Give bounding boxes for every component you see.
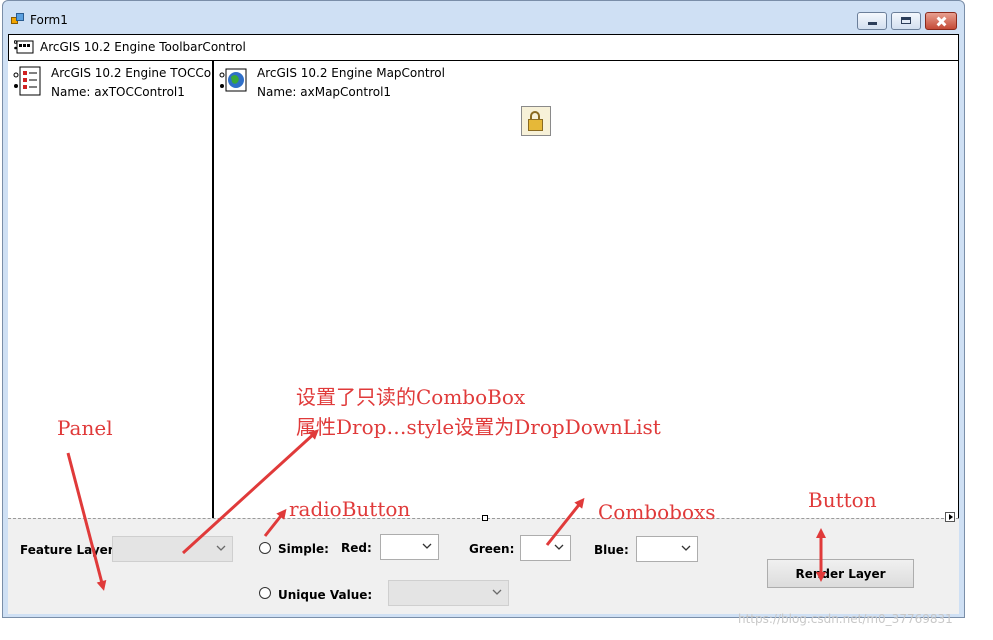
- simple-radio-label: Simple:: [278, 542, 329, 556]
- form-icon: [11, 13, 25, 25]
- toc-control-type: ArcGIS 10.2 Engine TOCControl: [51, 66, 212, 80]
- toc-control-icon: [13, 66, 41, 96]
- window-frame: Form1 ArcGIS 10.2 Engine ToolbarControl …: [2, 0, 965, 618]
- map-control-name: Name: axMapControl1: [257, 85, 392, 99]
- selection-handle: [482, 515, 488, 521]
- red-label: Red:: [341, 541, 372, 555]
- unique-value-radio-label: Unique Value:: [278, 588, 373, 602]
- toc-control-name: Name: axTOCControl1: [51, 85, 185, 99]
- toolbar-control[interactable]: ArcGIS 10.2 Engine ToolbarControl: [8, 34, 959, 61]
- form-client-area: ArcGIS 10.2 Engine ToolbarControl ArcGIS…: [8, 34, 959, 614]
- feature-layer-combobox[interactable]: [112, 536, 233, 562]
- blue-label: Blue:: [594, 543, 629, 557]
- map-control-icon: [219, 68, 247, 92]
- minimize-button[interactable]: [857, 12, 887, 30]
- button-annotation: Button: [808, 488, 877, 512]
- combobox-annotation-line1: 设置了只读的ComboBox: [296, 385, 526, 409]
- simple-radio[interactable]: [259, 542, 271, 554]
- blue-combobox[interactable]: [636, 536, 698, 562]
- toolbar-control-label: ArcGIS 10.2 Engine ToolbarControl: [40, 40, 246, 54]
- comboboxs-annotation: Comboboxs: [598, 500, 716, 524]
- feature-layer-label: Feature Layer: [20, 543, 114, 557]
- chevron-down-icon: [216, 545, 226, 551]
- chevron-down-icon: [422, 543, 432, 549]
- close-button[interactable]: [925, 12, 957, 30]
- radiobutton-annotation: radioButton: [289, 497, 411, 521]
- red-combobox[interactable]: [380, 534, 439, 560]
- lock-icon: [521, 106, 551, 136]
- green-label: Green:: [469, 542, 515, 556]
- chevron-down-icon: [492, 589, 502, 595]
- unique-value-combobox[interactable]: [388, 580, 509, 606]
- toc-control[interactable]: ArcGIS 10.2 Engine TOCControl Name: axTO…: [8, 61, 214, 518]
- render-panel: Feature Layer Simple: Red: Green: Blue: …: [8, 512, 959, 614]
- render-layer-button[interactable]: Render Layer: [767, 559, 914, 588]
- panel-annotation: Panel: [57, 416, 113, 440]
- unique-value-radio[interactable]: [259, 587, 271, 599]
- watermark: https://blog.csdn.net/m0_37769831: [738, 612, 953, 626]
- map-control-type: ArcGIS 10.2 Engine MapControl: [257, 66, 445, 80]
- map-control[interactable]: ArcGIS 10.2 Engine MapControl Name: axMa…: [214, 61, 959, 518]
- green-combobox[interactable]: [520, 535, 571, 561]
- maximize-button[interactable]: [891, 12, 921, 30]
- toolbar-control-icon: [14, 40, 34, 54]
- title-bar: Form1: [3, 1, 964, 33]
- window-title: Form1: [30, 13, 68, 27]
- chevron-down-icon: [554, 544, 564, 550]
- scroll-right-arrow-icon[interactable]: [945, 512, 955, 522]
- combobox-annotation-line2: 属性Drop…style设置为DropDownList: [296, 415, 661, 439]
- chevron-down-icon: [681, 545, 691, 551]
